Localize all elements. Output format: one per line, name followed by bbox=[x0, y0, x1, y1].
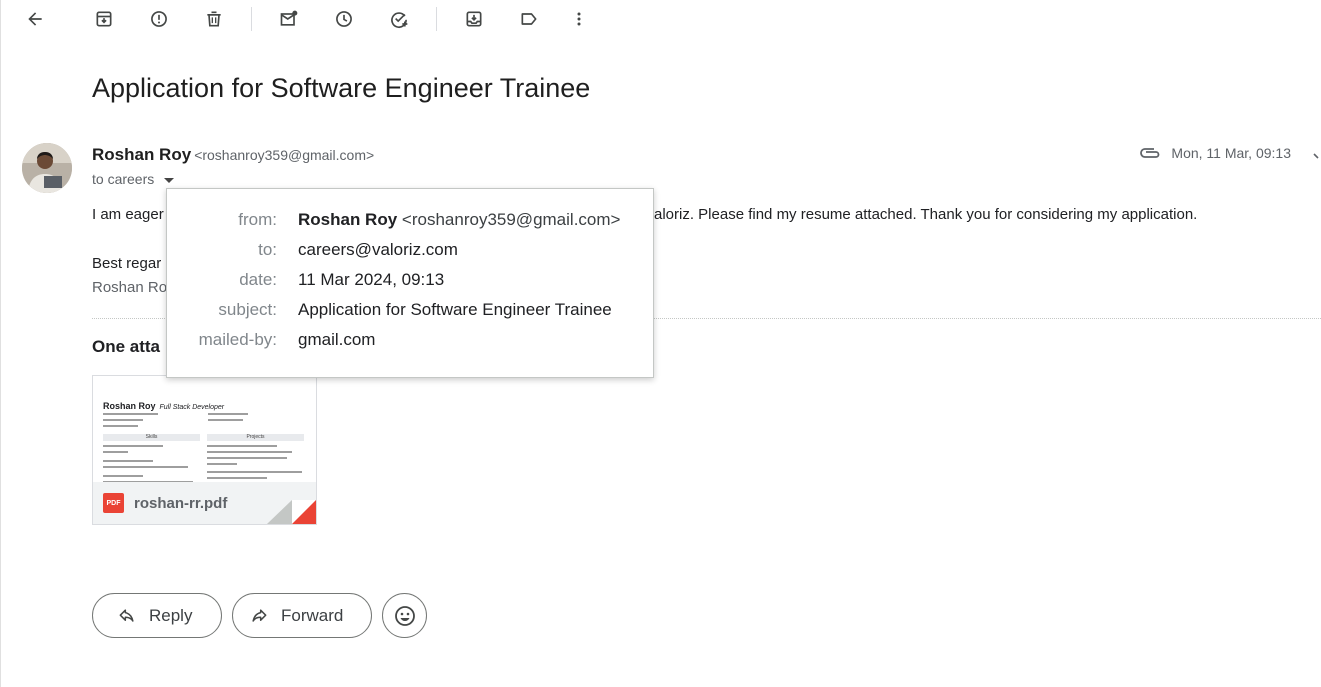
toolbar-divider bbox=[251, 7, 252, 31]
recipient-line: to careers bbox=[92, 171, 175, 187]
label-icon[interactable] bbox=[516, 6, 542, 32]
preview-projects-col: Projects bbox=[207, 434, 304, 485]
email-meta: Mon, 11 Mar, 09:13 bbox=[1139, 145, 1291, 161]
details-mailedby-row: mailed-by: gmail.com bbox=[198, 330, 376, 349]
details-to-value: careers@valoriz.com bbox=[298, 240, 458, 259]
more-vert-icon[interactable] bbox=[566, 6, 592, 32]
details-to-row: to: careers@valoriz.com bbox=[258, 240, 458, 259]
emoji-reaction-button[interactable] bbox=[382, 593, 427, 638]
email-closing: Best regar bbox=[92, 255, 162, 272]
recipient-summary: to careers bbox=[92, 171, 155, 187]
archive-icon[interactable] bbox=[91, 6, 117, 32]
details-from-row: from: Roshan Roy <roshanroy359@gmail.com… bbox=[238, 210, 621, 229]
forward-button[interactable]: Forward bbox=[232, 593, 372, 638]
details-mailedby-value: gmail.com bbox=[298, 330, 376, 349]
details-from-name: Roshan Roy bbox=[298, 210, 398, 229]
details-from-email: <roshanroy359@gmail.com> bbox=[401, 210, 621, 229]
sender-details-popup: from: Roshan Roy <roshanroy359@gmail.com… bbox=[166, 188, 654, 378]
attachment-preview: Roshan Roy Full Stack Developer Skills Pr… bbox=[93, 376, 316, 486]
forward-label: Forward bbox=[281, 605, 344, 625]
emoji-icon bbox=[394, 605, 415, 626]
snooze-icon[interactable] bbox=[331, 6, 357, 32]
details-subject-value: Application for Software Engineer Traine… bbox=[298, 300, 612, 319]
sender-email: <roshanroy359@gmail.com> bbox=[194, 147, 375, 163]
email-body-start: I am eager bbox=[92, 206, 164, 223]
attachments-heading: One atta bbox=[92, 337, 161, 356]
details-subject-row: subject: Application for Software Engine… bbox=[218, 300, 612, 319]
sender-line: Roshan Roy <roshanroy359@gmail.com> bbox=[92, 145, 374, 165]
show-details-caret-icon[interactable] bbox=[164, 177, 175, 183]
sender-name[interactable]: Roshan Roy bbox=[92, 145, 191, 164]
reply-label: Reply bbox=[149, 605, 193, 625]
details-date-value: 11 Mar 2024, 09:13 bbox=[298, 270, 445, 289]
reply-icon bbox=[119, 608, 134, 622]
back-arrow-icon[interactable] bbox=[22, 6, 48, 32]
mark-unread-icon[interactable] bbox=[276, 6, 302, 32]
attachment-filename: roshan-rr.pdf bbox=[134, 494, 228, 512]
more-options-icon[interactable] bbox=[1311, 149, 1321, 163]
email-date: Mon, 11 Mar, 09:13 bbox=[1171, 145, 1291, 161]
reply-button[interactable]: Reply bbox=[92, 593, 222, 638]
page-fold-icon bbox=[267, 500, 316, 524]
email-signature: Roshan Ro bbox=[92, 279, 168, 296]
move-to-icon[interactable] bbox=[461, 6, 487, 32]
email-body-end: aloriz. Please find my resume attached. … bbox=[654, 206, 1198, 223]
pdf-icon: PDF bbox=[103, 493, 124, 513]
forward-icon bbox=[252, 608, 267, 622]
attachment-clip-icon bbox=[1140, 148, 1160, 158]
attachment-card[interactable]: Roshan Roy Full Stack Developer Skills Pr… bbox=[92, 375, 317, 525]
details-date-row: date: 11 Mar 2024, 09:13 bbox=[239, 270, 445, 289]
email-subject: Application for Software Engineer Traine… bbox=[92, 73, 591, 103]
preview-skills-col: Skills bbox=[103, 434, 200, 483]
email-toolbar bbox=[1, 0, 1321, 38]
delete-icon[interactable] bbox=[201, 6, 227, 32]
avatar[interactable] bbox=[22, 143, 72, 193]
toolbar-divider bbox=[436, 7, 437, 31]
report-spam-icon[interactable] bbox=[146, 6, 172, 32]
add-task-icon[interactable] bbox=[386, 6, 412, 32]
